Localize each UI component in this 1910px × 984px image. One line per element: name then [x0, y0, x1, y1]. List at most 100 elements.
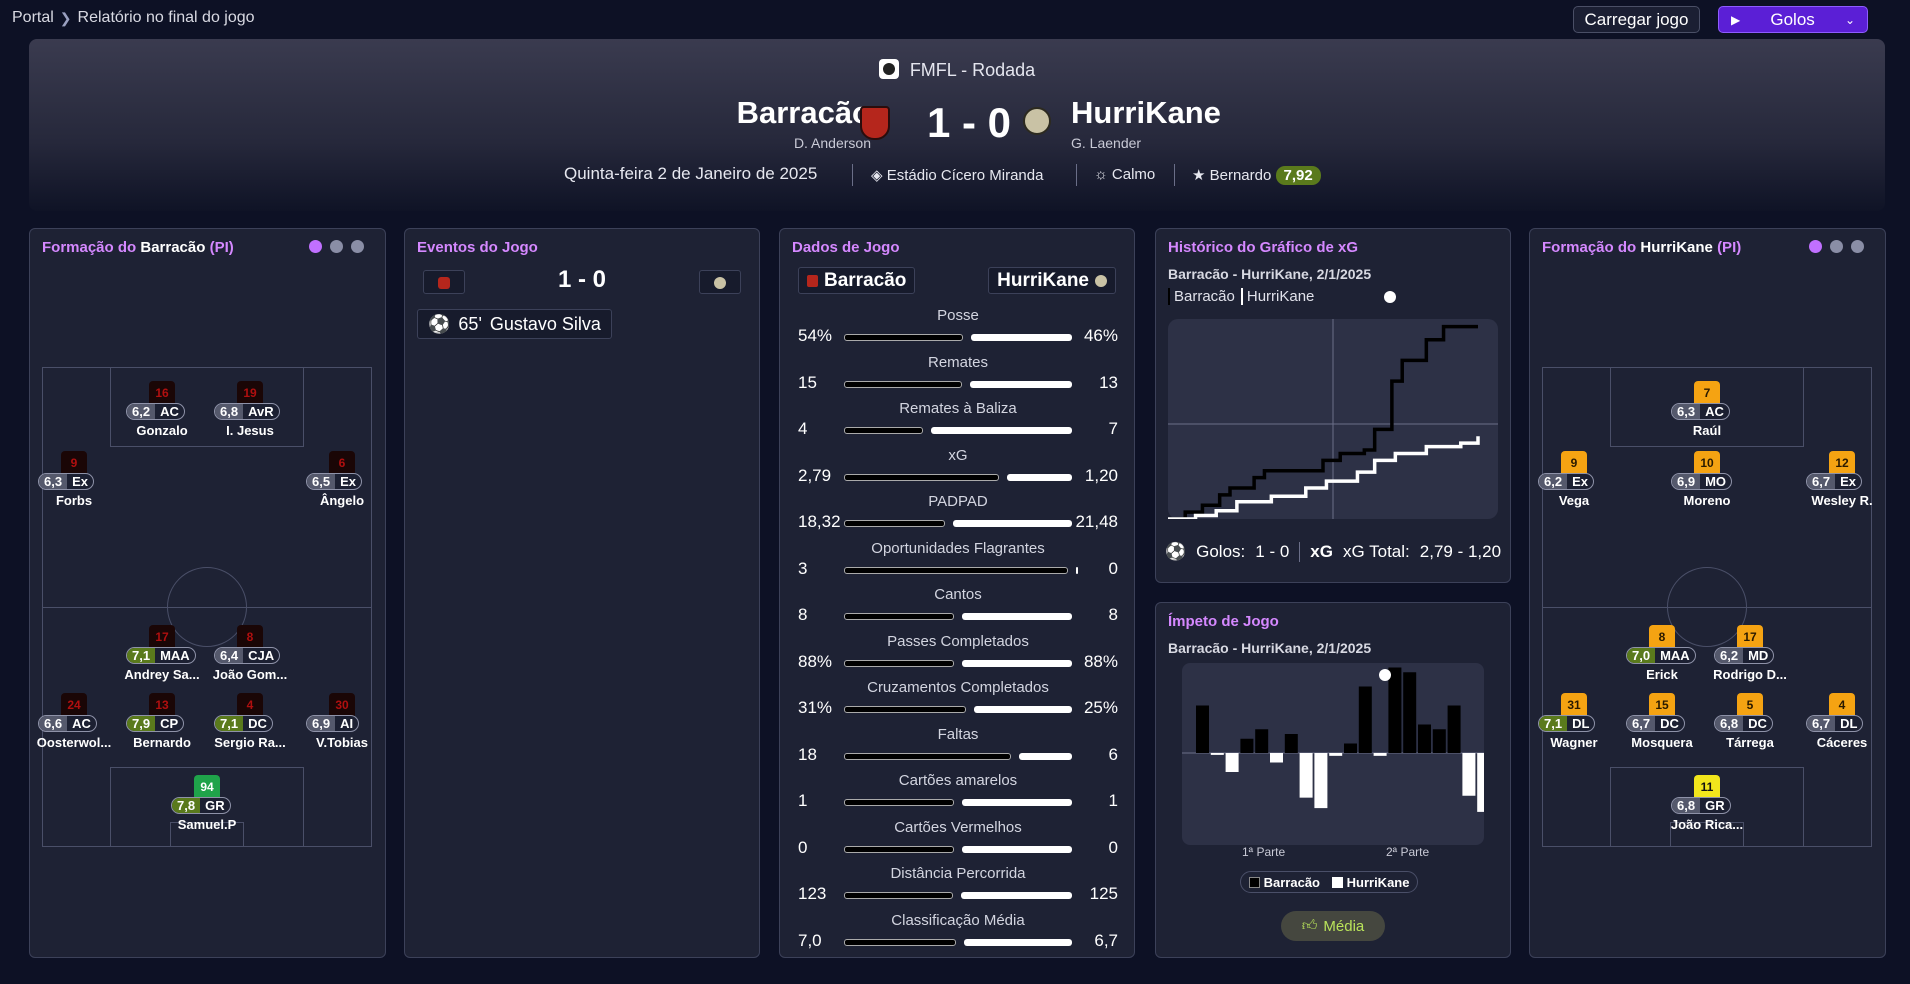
stat-label: Oportunidades Flagrantes — [871, 539, 1045, 557]
position-label: Ex — [1572, 474, 1588, 489]
position-label: MO — [1705, 474, 1727, 489]
average-button[interactable]: 👍︎ Média — [1281, 911, 1385, 941]
position-label: CJA — [248, 648, 275, 663]
xg-label-prefix: xG — [1310, 542, 1333, 561]
stat-away-value: 6 — [1108, 744, 1118, 764]
legend-away: HurriKane — [1332, 875, 1409, 890]
events-panel: Eventos do Jogo 1 - 0 ⚽ 65' Gustavo Silv… — [404, 228, 760, 958]
momentum-bar — [1284, 734, 1298, 753]
position-label: AC — [160, 404, 179, 419]
stat-away-value: 0 — [1108, 837, 1118, 857]
player-name[interactable]: I. Jesus — [195, 423, 305, 438]
stat-bar-home — [844, 473, 1000, 481]
position-label: MAA — [1660, 648, 1690, 663]
home-pitch: 16 6,2 AC Gonzalo 19 6,8 AvR I. Jesus 9 6,3 Ex Forb… — [37, 367, 372, 847]
view-dot-3[interactable] — [1851, 240, 1864, 253]
player-name[interactable]: João Gom... — [195, 667, 305, 682]
player-name[interactable]: Samuel.P — [152, 817, 262, 832]
away-team-name[interactable]: HurriKane — [1071, 95, 1221, 131]
player-name[interactable]: Moreno — [1652, 493, 1762, 508]
shirt-icon: 4 — [237, 693, 263, 717]
play-icon: ▶ — [1731, 12, 1741, 27]
player-name[interactable]: Cáceres — [1787, 735, 1897, 750]
stat-bar-home — [844, 380, 963, 388]
breadcrumb-root[interactable]: Portal — [12, 9, 54, 27]
player-name[interactable]: Wesley R. — [1787, 493, 1897, 508]
player-of-match[interactable]: ★ Bernardo 7,92 — [1192, 166, 1321, 185]
position-label: AI — [340, 716, 354, 731]
player-name[interactable]: V.Tobias — [287, 735, 397, 750]
momentum-bar — [1210, 753, 1224, 755]
legend-home: Barracão — [1249, 875, 1320, 890]
stat-home-value: 88% — [798, 651, 833, 671]
momentum-bar — [1299, 753, 1313, 798]
thumbs-up-icon: 👍︎ — [1301, 917, 1318, 934]
player-name[interactable]: Vega — [1519, 493, 1629, 508]
player-rating: 6,8 DC — [1714, 715, 1773, 732]
player-rating: 7,8 GR — [171, 797, 231, 814]
goals-label: Golos — [1770, 9, 1815, 29]
xg-total-label: xG Total: — [1342, 542, 1410, 561]
view-dot-1[interactable] — [1809, 240, 1822, 253]
momentum-bar — [1314, 753, 1328, 809]
position-label: DL — [1840, 716, 1858, 731]
stat-bar-home — [844, 706, 967, 713]
view-dot-1[interactable] — [309, 240, 322, 253]
momentum-bar — [1344, 743, 1357, 753]
stat-away-value: 8 — [1108, 605, 1118, 624]
stat-away-value: 46% — [1083, 326, 1118, 345]
goals-dropdown-button[interactable]: ▶ Golos ⌄ — [1718, 6, 1868, 33]
away-crest-icon — [714, 277, 726, 289]
stadium: ◈ Estádio Cícero Miranda — [871, 167, 1044, 184]
rating-value: 6,2 — [127, 404, 156, 419]
stat-bar-away — [970, 380, 1072, 388]
stat-label: Classificação Média — [891, 911, 1025, 929]
stat-home-value: 1 — [798, 791, 808, 810]
stat-label: PADPAD — [928, 493, 988, 510]
view-dots[interactable] — [1809, 240, 1864, 253]
stat-label: Remates à Baliza — [899, 400, 1017, 417]
view-dot-3[interactable] — [351, 240, 364, 253]
goals-label: Golos: — [1196, 542, 1246, 561]
load-match-button[interactable]: Carregar jogo — [1573, 6, 1700, 33]
momentum-bar — [1418, 724, 1431, 753]
ball-icon: ⚽ — [1164, 542, 1187, 561]
player-rating: 6,7 Ex — [1806, 473, 1862, 490]
goal-event[interactable]: ⚽ 65' Gustavo Silva — [417, 309, 612, 339]
stat-home-value: 15 — [798, 372, 817, 392]
position-label: DC — [248, 716, 267, 731]
xg-chart-panel: Histórico do Gráfico de xG Barracão - Hu… — [1155, 228, 1511, 583]
rating-value: 6,8 — [1672, 798, 1701, 813]
player-name[interactable]: Raúl — [1652, 423, 1762, 438]
shirt-icon: 13 — [149, 693, 175, 717]
position-label: Ex — [72, 474, 88, 489]
player-name[interactable]: João Rica... — [1652, 817, 1762, 832]
home-crest-icon — [860, 106, 890, 140]
momentum-bar — [1447, 705, 1461, 753]
player-rating: 6,9 AI — [306, 715, 360, 732]
player-name[interactable]: Ângelo — [287, 493, 397, 508]
momentum-legend: Barracão HurriKane — [1240, 871, 1419, 893]
player-rating: 6,3 Ex — [38, 473, 94, 490]
momentum-bar — [1329, 753, 1343, 756]
player-name[interactable]: Rodrigo D... — [1695, 667, 1805, 682]
player-rating: 6,7 DL — [1806, 715, 1864, 732]
view-dot-2[interactable] — [330, 240, 343, 253]
divider — [1174, 164, 1175, 186]
stat-home-value: 123 — [798, 884, 827, 903]
first-half-label: 1ª Parte — [1242, 845, 1286, 859]
position-label: CP — [160, 716, 179, 731]
home-lineup-title: Formação do Barracão (PI) — [42, 239, 234, 256]
view-dot-2[interactable] — [1830, 240, 1843, 253]
position-label: Ex — [1840, 474, 1856, 489]
stat-bar-away — [962, 659, 1072, 667]
away-crest-icon — [1023, 107, 1051, 135]
player-name[interactable]: Forbs — [19, 493, 129, 508]
position-label: MD — [1748, 648, 1769, 663]
view-dots[interactable] — [309, 240, 364, 253]
momentum-bar — [1432, 729, 1446, 753]
home-team-name[interactable]: Barracão — [737, 95, 871, 131]
stat-label: xG — [948, 446, 968, 464]
shirt-icon: 11 — [1694, 775, 1720, 799]
away-manager: G. Laender — [1071, 135, 1142, 151]
